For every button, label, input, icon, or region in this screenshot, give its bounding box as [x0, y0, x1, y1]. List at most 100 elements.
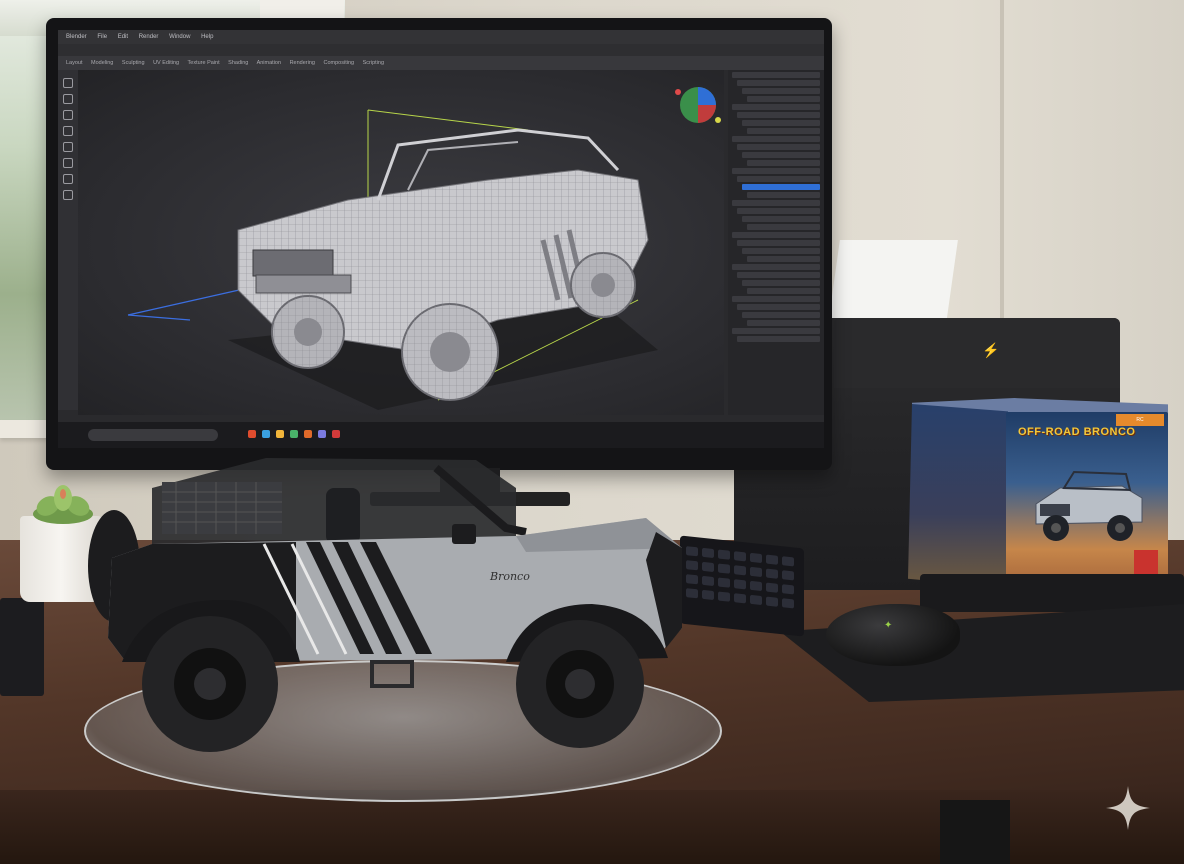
outliner-row[interactable]: [742, 152, 820, 158]
keyboard-key: [766, 582, 778, 593]
rc-model-vehicle: [88, 458, 682, 752]
outliner-row[interactable]: [747, 320, 820, 326]
menu-file[interactable]: File: [97, 34, 107, 40]
outliner-row[interactable]: [737, 144, 820, 150]
outliner-row[interactable]: [732, 168, 820, 174]
menu-help[interactable]: Help: [201, 34, 213, 40]
outliner-row[interactable]: [742, 248, 820, 254]
outliner-row[interactable]: [742, 88, 820, 94]
box-badge: RC: [1116, 414, 1164, 426]
outliner-row[interactable]: [737, 208, 820, 214]
outliner-row[interactable]: [732, 264, 820, 270]
tab-compositing[interactable]: Compositing: [324, 60, 355, 66]
outliner-row[interactable]: [742, 120, 820, 126]
workspace-tabs: Layout Modeling Sculpting UV Editing Tex…: [58, 56, 824, 70]
tool-shelf: [58, 70, 78, 410]
annotate-tool-icon[interactable]: [63, 174, 73, 184]
scale-tool-icon[interactable]: [63, 142, 73, 152]
outliner-row[interactable]: [742, 312, 820, 318]
measure-tool-icon[interactable]: [63, 190, 73, 200]
monitor-screen: Blender File Edit Render Window Help Lay…: [58, 30, 824, 448]
tab-animation[interactable]: Animation: [257, 60, 281, 66]
outliner-row[interactable]: [742, 280, 820, 286]
tab-shading[interactable]: Shading: [228, 60, 248, 66]
os-taskbar: [58, 422, 824, 448]
sparkle-watermark-icon: [1106, 786, 1150, 830]
taskbar-app-icon[interactable]: [262, 430, 270, 438]
taskbar-search-input[interactable]: [88, 429, 218, 441]
tab-rendering[interactable]: Rendering: [290, 60, 315, 66]
outliner-row[interactable]: [732, 328, 820, 334]
outliner-row[interactable]: [747, 160, 820, 166]
outliner-row[interactable]: [747, 96, 820, 102]
tab-scripting[interactable]: Scripting: [363, 60, 384, 66]
outliner-row[interactable]: [737, 112, 820, 118]
taskbar-app-icon[interactable]: [304, 430, 312, 438]
outliner-row[interactable]: [732, 72, 820, 78]
outliner-row[interactable]: [742, 184, 820, 190]
taskbar-app-icon[interactable]: [332, 430, 340, 438]
box-subtitle: [1018, 444, 1158, 456]
app-toolbar: [58, 44, 824, 56]
printer-paper: [828, 240, 958, 324]
outliner-panel[interactable]: [728, 70, 824, 415]
mouse-logo-icon: ✦: [884, 620, 893, 631]
outliner-row[interactable]: [747, 224, 820, 230]
menu-edit[interactable]: Edit: [118, 34, 128, 40]
cursor-tool-icon[interactable]: [63, 94, 73, 104]
mouse: ✦: [826, 604, 960, 666]
outliner-row[interactable]: [737, 176, 820, 182]
desk-leg: [940, 800, 1010, 864]
printer-logo-icon: ⚡: [982, 342, 1000, 358]
transform-tool-icon[interactable]: [63, 158, 73, 168]
outliner-row[interactable]: [747, 256, 820, 262]
rotate-tool-icon[interactable]: [63, 126, 73, 136]
keyboard-key: [734, 579, 746, 590]
keyboard-key: [766, 568, 778, 579]
taskbar-app-icon[interactable]: [248, 430, 256, 438]
outliner-row[interactable]: [732, 136, 820, 142]
printer-tray: [920, 574, 1184, 612]
keyboard-key: [782, 570, 794, 581]
menu-render[interactable]: Render: [139, 34, 159, 40]
tab-modeling[interactable]: Modeling: [91, 60, 113, 66]
move-tool-icon[interactable]: [63, 110, 73, 120]
product-box: RC OFF-ROAD BRONCO: [1006, 412, 1168, 588]
menu-app[interactable]: Blender: [66, 34, 87, 40]
outliner-row[interactable]: [737, 240, 820, 246]
tab-texture-paint[interactable]: Texture Paint: [188, 60, 220, 66]
outliner-row[interactable]: [732, 104, 820, 110]
outliner-row[interactable]: [747, 192, 820, 198]
keyboard-key: [702, 561, 714, 573]
outliner-row[interactable]: [732, 232, 820, 238]
keyboard-key: [718, 591, 730, 602]
taskbar-app-icon[interactable]: [318, 430, 326, 438]
tab-layout[interactable]: Layout: [66, 60, 83, 66]
outliner-row[interactable]: [737, 304, 820, 310]
outliner-row[interactable]: [732, 296, 820, 302]
wireframe-vehicle: [127, 87, 721, 410]
keyboard-key: [734, 593, 746, 604]
outliner-row[interactable]: [742, 216, 820, 222]
taskbar-app-icon[interactable]: [290, 430, 298, 438]
keyboard-key: [766, 554, 778, 565]
outliner-row[interactable]: [737, 272, 820, 278]
keyboard-key: [734, 551, 746, 562]
keyboard-key: [718, 549, 730, 560]
outliner-row[interactable]: [737, 336, 820, 342]
3d-viewport[interactable]: [78, 70, 724, 415]
vehicle-badge-text: Bronco: [490, 570, 530, 583]
outliner-row[interactable]: [747, 288, 820, 294]
outliner-row[interactable]: [747, 128, 820, 134]
select-tool-icon[interactable]: [63, 78, 73, 88]
keyboard-key: [718, 563, 730, 574]
tab-sculpting[interactable]: Sculpting: [122, 60, 145, 66]
box-title: OFF-ROAD BRONCO: [1018, 426, 1136, 438]
menu-window[interactable]: Window: [169, 34, 190, 40]
keyboard-key: [750, 552, 762, 564]
outliner-row[interactable]: [732, 200, 820, 206]
outliner-row[interactable]: [737, 80, 820, 86]
taskbar-app-icon[interactable]: [276, 430, 284, 438]
tab-uv-editing[interactable]: UV Editing: [153, 60, 179, 66]
left-keyboard: [0, 598, 44, 696]
